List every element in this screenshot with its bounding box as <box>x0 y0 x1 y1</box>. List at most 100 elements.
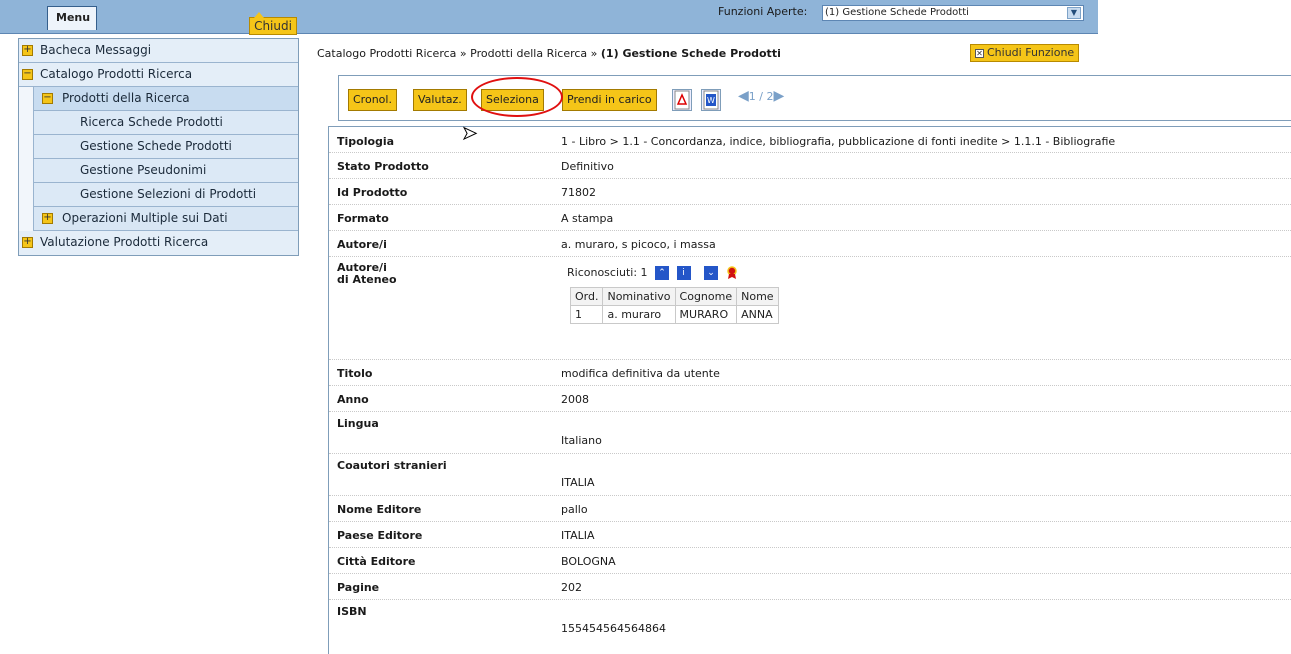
top-bar: Menu Chiudi Funzioni Aperte: (1) Gestion… <box>0 0 1098 35</box>
product-detail-panel: Tipologia 1 - Libro > 1.1 - Concordanza,… <box>328 126 1291 654</box>
sidebar-item-ricerca-schede-prodotti[interactable]: Ricerca Schede Prodotti <box>33 111 298 135</box>
field-value: 2008 <box>561 393 589 406</box>
sidebar-item-gestione-selezioni[interactable]: Gestione Selezioni di Prodotti <box>33 183 298 207</box>
field-value: 155454564564864 <box>561 622 666 635</box>
pdf-icon[interactable] <box>672 89 692 111</box>
column-header: Ord. <box>569 287 604 306</box>
field-label: Formato <box>337 212 389 225</box>
collapse-icon[interactable]: − <box>22 69 33 80</box>
field-value: 71802 <box>561 186 596 199</box>
expand-down-icon[interactable]: ⌄ <box>704 266 719 280</box>
chevron-down-icon[interactable]: ▼ <box>1067 7 1081 19</box>
field-value: ITALIA <box>561 529 595 542</box>
field-label: Id Prodotto <box>337 186 408 199</box>
sidebar-item-gestione-schede-prodotti[interactable]: Gestione Schede Prodotti <box>33 135 298 159</box>
collapse-up-icon[interactable]: ⌃ <box>655 266 670 280</box>
field-value: 1 - Libro > 1.1 - Concordanza, indice, b… <box>561 135 1116 148</box>
field-label: Nome Editore <box>337 503 422 516</box>
field-label-line2: di Ateneo <box>337 273 397 286</box>
table-cell: 1 <box>569 305 604 324</box>
sidebar-item-operazioni-multiple[interactable]: + Operazioni Multiple sui Dati <box>33 207 298 231</box>
field-row-nome-editore: Nome Editore pallo <box>329 496 1291 522</box>
field-row-autori-ateneo: Autore/i di Ateneo Riconosciuti: 1 ⌃ i ⌄… <box>329 257 1291 360</box>
sidebar-item-label: Bacheca Messaggi <box>40 43 152 57</box>
pager: ◀1 / 2▶ <box>738 88 784 104</box>
table-header-row: Ord. Nominativo Cognome Nome <box>569 287 779 306</box>
chiudi-funzione-button[interactable]: ✕ Chiudi Funzione <box>970 44 1080 62</box>
sidebar-item-bacheca-messaggi[interactable]: + Bacheca Messaggi <box>19 39 298 63</box>
breadcrumb-separator: » <box>459 47 467 60</box>
mouse-cursor-icon: ➤ <box>461 123 478 145</box>
field-row-lingua: Lingua Italiano <box>329 412 1291 454</box>
field-row-titolo: Titolo modifica definitiva da utente <box>329 360 1291 386</box>
prev-page-icon[interactable]: ◀ <box>738 88 749 104</box>
field-label: Autore/i <box>337 238 387 251</box>
collapse-icon[interactable]: − <box>42 93 53 104</box>
sidebar-item-label: Operazioni Multiple sui Dati <box>62 211 228 225</box>
field-row-id-prodotto: Id Prodotto 71802 <box>329 179 1291 205</box>
field-label: ISBN <box>337 605 367 618</box>
field-row-coautori-stranieri: Coautori stranieri ITALIA <box>329 454 1291 496</box>
sidebar-item-prodotti-della-ricerca[interactable]: − Prodotti della Ricerca <box>33 87 298 111</box>
chiudi-funzione-label: Chiudi Funzione <box>987 46 1075 59</box>
field-label: Titolo <box>337 367 373 380</box>
field-row-isbn: ISBN 155454564564864 <box>329 600 1291 642</box>
table-cell: MURARO <box>674 305 738 324</box>
field-value: ITALIA <box>561 476 595 489</box>
sidebar-item-label: Gestione Selezioni di Prodotti <box>80 187 257 201</box>
sidebar-item-label: Gestione Pseudonimi <box>80 163 207 177</box>
sidebar-item-gestione-pseudonimi[interactable]: Gestione Pseudonimi <box>33 159 298 183</box>
column-header: Nominativo <box>602 287 676 306</box>
menu-tab[interactable]: Menu <box>47 6 97 30</box>
cronologia-button[interactable]: Cronol. <box>348 89 397 111</box>
breadcrumb-current: (1) Gestione Schede Prodotti <box>600 47 781 60</box>
sidebar-item-label: Prodotti della Ricerca <box>62 91 190 105</box>
pager-text: 1 / 2 <box>748 90 774 103</box>
expand-icon[interactable]: + <box>22 45 33 56</box>
next-page-icon[interactable]: ▶ <box>773 88 784 104</box>
sidebar-item-label: Valutazione Prodotti Ricerca <box>40 235 209 249</box>
breadcrumb-separator: » <box>590 47 598 60</box>
field-label: Autore/i di Ateneo <box>337 262 397 286</box>
close-icon: ✕ <box>975 49 984 58</box>
field-value: 202 <box>561 581 582 594</box>
riconosciuti-bar: Riconosciuti: 1 ⌃ i ⌄ <box>567 266 738 280</box>
table-row: 1 a. muraro MURARO ANNA <box>569 305 779 324</box>
field-label: Stato Prodotto <box>337 160 429 173</box>
prendi-in-carico-button[interactable]: Prendi in carico <box>562 89 657 111</box>
seleziona-button[interactable]: Seleziona <box>481 89 544 111</box>
sidebar-item-valutazione-prodotti[interactable]: + Valutazione Prodotti Ricerca <box>19 231 298 255</box>
chiudi-menu-button[interactable]: Chiudi <box>249 12 297 35</box>
expand-icon[interactable]: + <box>22 237 33 248</box>
field-label: Città Editore <box>337 555 416 568</box>
field-label: Anno <box>337 393 369 406</box>
table-cell: ANNA <box>736 305 779 324</box>
field-value: BOLOGNA <box>561 555 616 568</box>
field-value: a. muraro, s picoco, i massa <box>561 238 716 251</box>
autori-ateneo-table: Ord. Nominativo Cognome Nome 1 a. muraro… <box>569 287 779 324</box>
sidebar-item-label: Gestione Schede Prodotti <box>80 139 232 153</box>
funzioni-aperte-select[interactable]: (1) Gestione Schede Prodotti ▼ <box>822 5 1084 21</box>
field-row-formato: Formato A stampa <box>329 205 1291 231</box>
field-row-citta-editore: Città Editore BOLOGNA <box>329 548 1291 574</box>
field-value: pallo <box>561 503 588 516</box>
funzioni-selected-value: (1) Gestione Schede Prodotti <box>825 7 969 18</box>
breadcrumb: Catalogo Prodotti Ricerca » Prodotti del… <box>317 47 781 60</box>
info-icon[interactable]: i <box>676 266 691 280</box>
column-header: Nome <box>736 287 779 306</box>
field-value: modifica definitiva da utente <box>561 367 720 380</box>
word-icon[interactable]: W <box>701 89 721 111</box>
breadcrumb-prodotti[interactable]: Prodotti della Ricerca <box>470 47 587 60</box>
sidebar-item-catalogo-prodotti-ricerca[interactable]: − Catalogo Prodotti Ricerca <box>19 63 298 87</box>
toolbar: Cronol. Valutaz. Seleziona Prendi in car… <box>338 75 1291 121</box>
breadcrumb-catalogo[interactable]: Catalogo Prodotti Ricerca <box>317 47 456 60</box>
table-cell: a. muraro <box>602 305 676 324</box>
field-row-autori: Autore/i a. muraro, s picoco, i massa <box>329 231 1291 257</box>
field-value: Definitivo <box>561 160 614 173</box>
field-label: Pagine <box>337 581 380 594</box>
award-icon[interactable] <box>726 266 738 280</box>
field-row-stato-prodotto: Stato Prodotto Definitivo <box>329 153 1291 179</box>
expand-icon[interactable]: + <box>42 213 53 224</box>
sidebar-item-label: Catalogo Prodotti Ricerca <box>40 67 193 81</box>
valutazione-button[interactable]: Valutaz. <box>413 89 467 111</box>
